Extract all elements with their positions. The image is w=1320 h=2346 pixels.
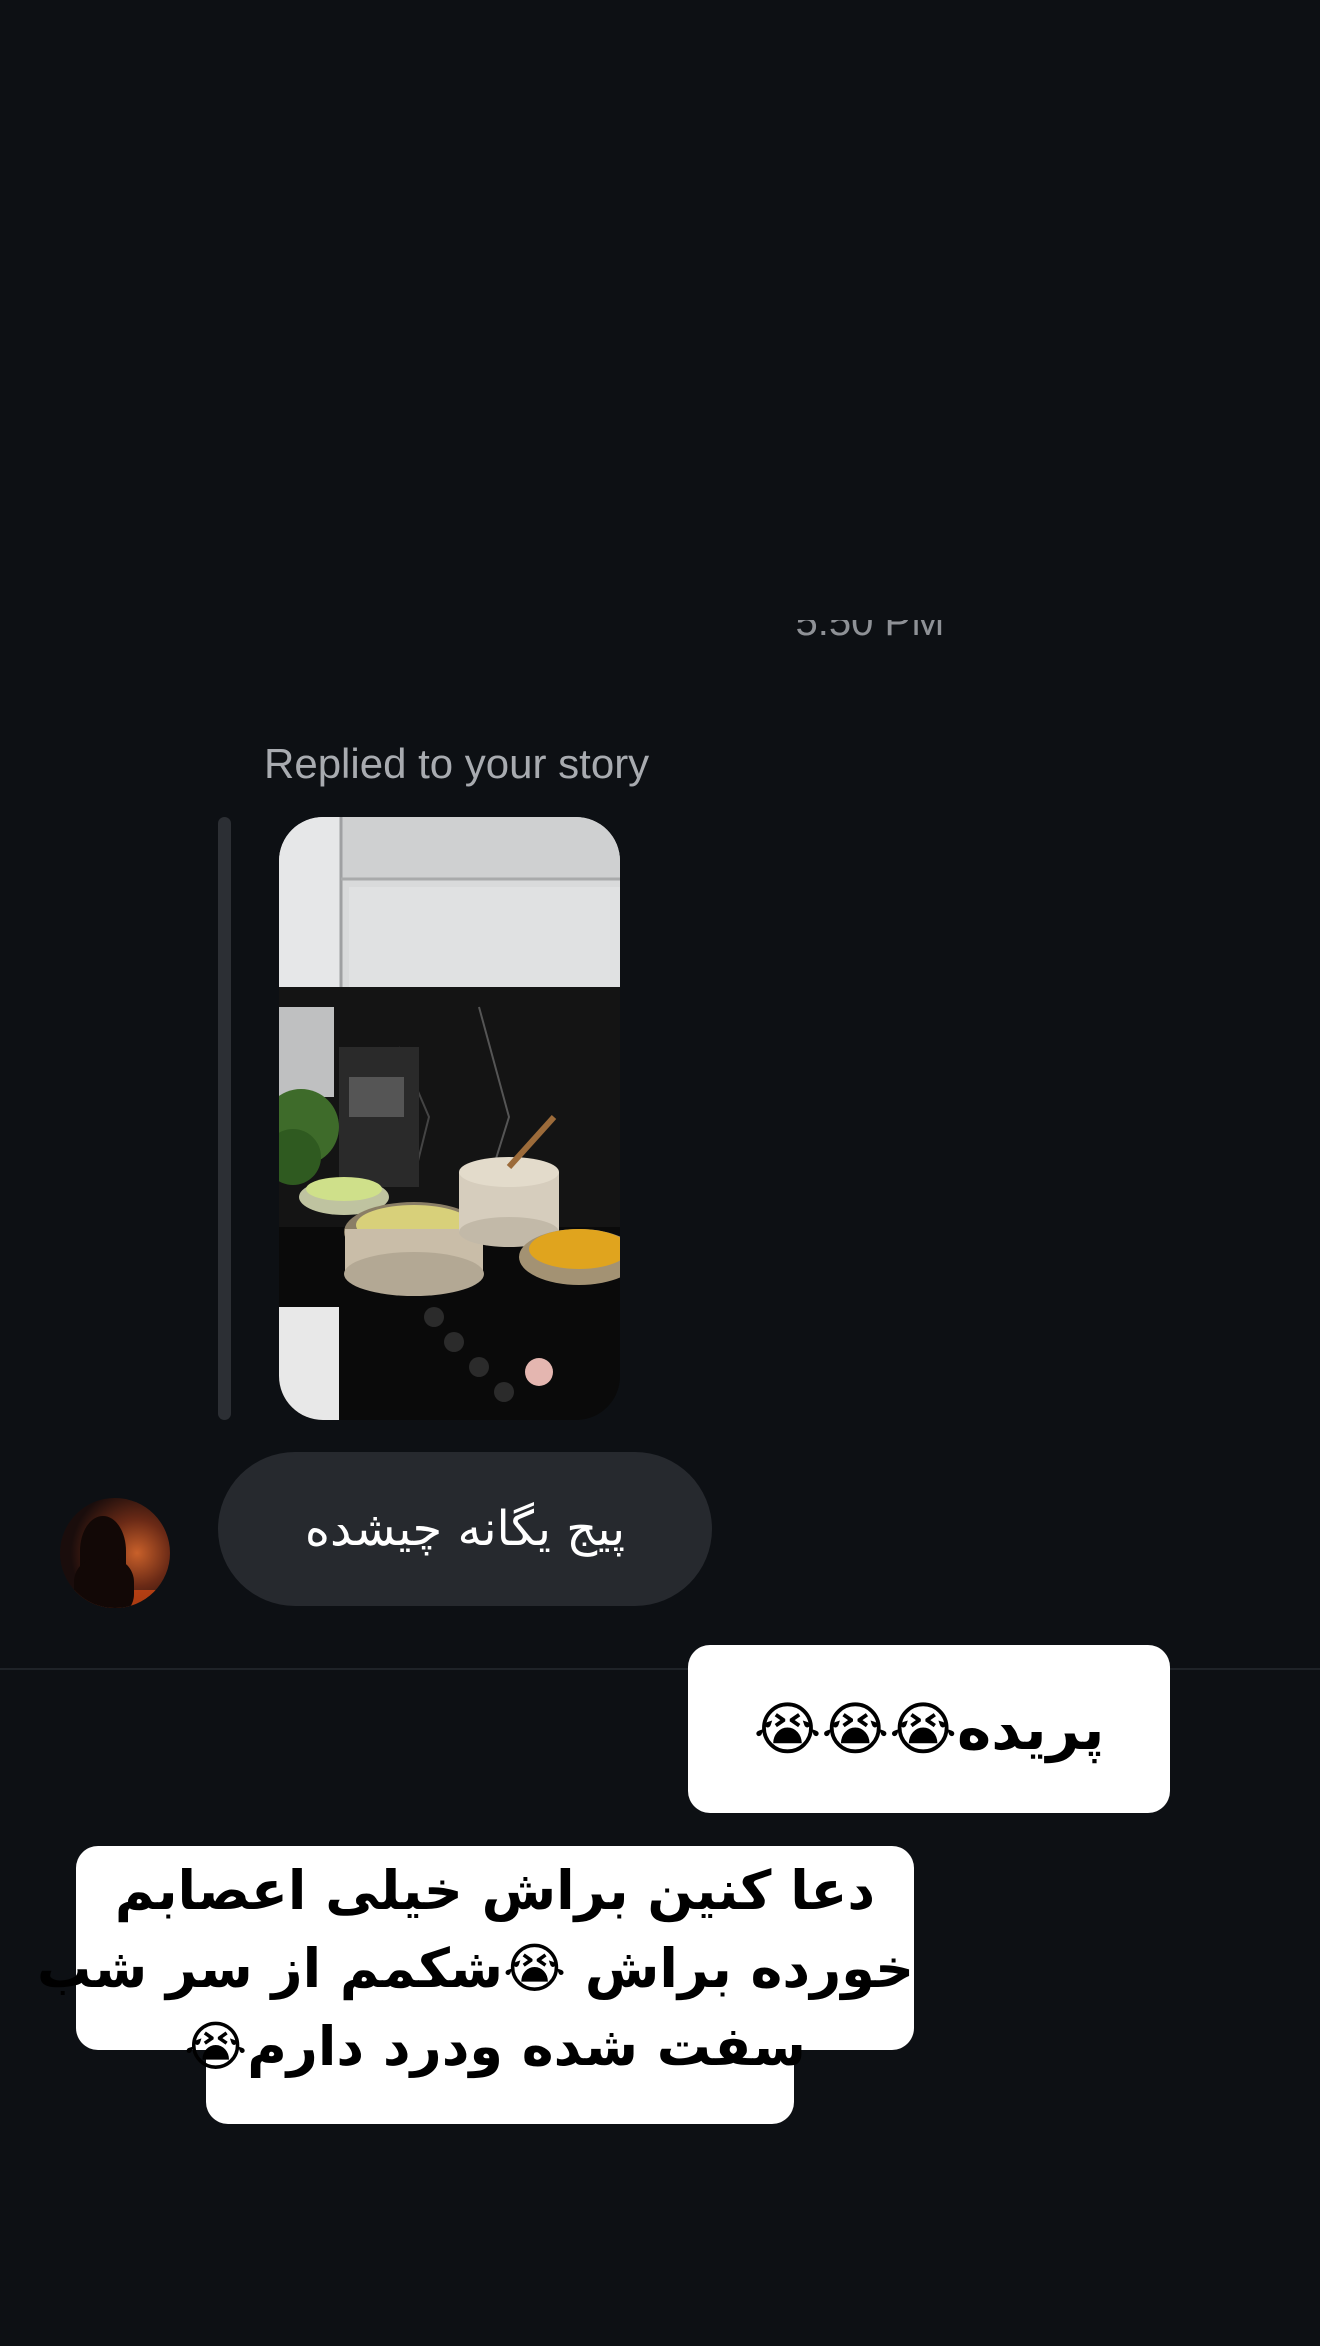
sticker-2-line-1: دعا کنین براش خیلی اعصابم: [114, 1859, 876, 1922]
story-thumbnail[interactable]: [279, 817, 620, 1420]
text-sticker-1: پریده😭😭😭: [688, 1645, 1170, 1813]
sticker-2-line-2: خورده براش 😭شکمم از سر شب: [36, 1937, 914, 2000]
story-reply-bar: [218, 817, 231, 1420]
message-bubble[interactable]: پیج یگانه چیشده: [218, 1452, 712, 1606]
story-reply-label: Replied to your story: [264, 740, 650, 787]
text-sticker-2: دعا کنین براش خیلی اعصابم خورده براش 😭شک…: [36, 1852, 914, 2086]
sender-avatar[interactable]: [60, 1498, 170, 1608]
message-timestamp: 5:50 PM: [795, 620, 945, 644]
sticker-2-line-3: سفت شده ودرد دارم😭: [184, 2015, 806, 2078]
